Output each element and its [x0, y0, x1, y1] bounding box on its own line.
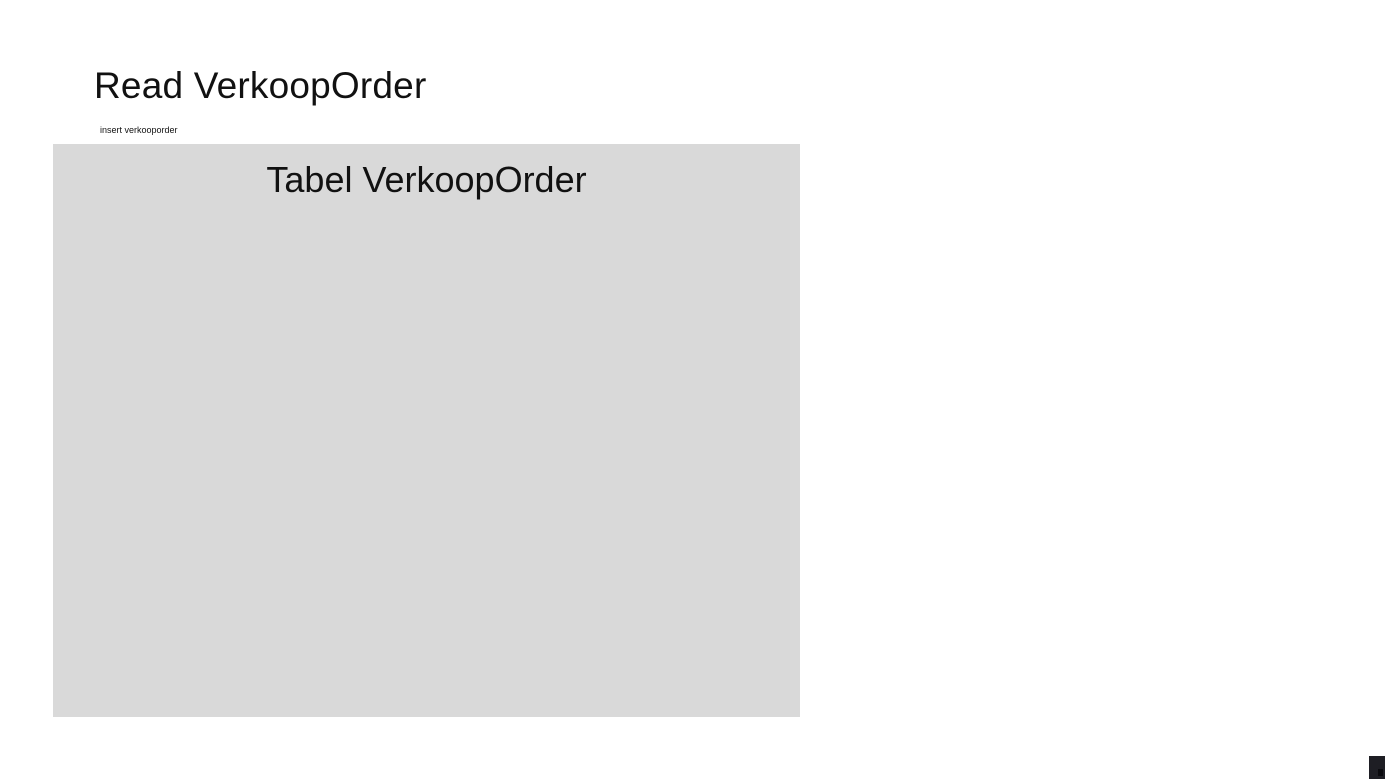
insert-verkooporder-link[interactable]: insert verkooporder — [100, 124, 178, 136]
panel-toggle-icon[interactable] — [1369, 756, 1385, 779]
corner-dot — [1378, 769, 1383, 776]
page-title: Read VerkoopOrder — [94, 65, 427, 106]
table-title: Tabel VerkoopOrder — [266, 159, 587, 200]
verkooporder-table-panel: Tabel VerkoopOrder — [53, 144, 800, 717]
page: Read VerkoopOrder insert verkooporder Ta… — [0, 0, 1385, 779]
